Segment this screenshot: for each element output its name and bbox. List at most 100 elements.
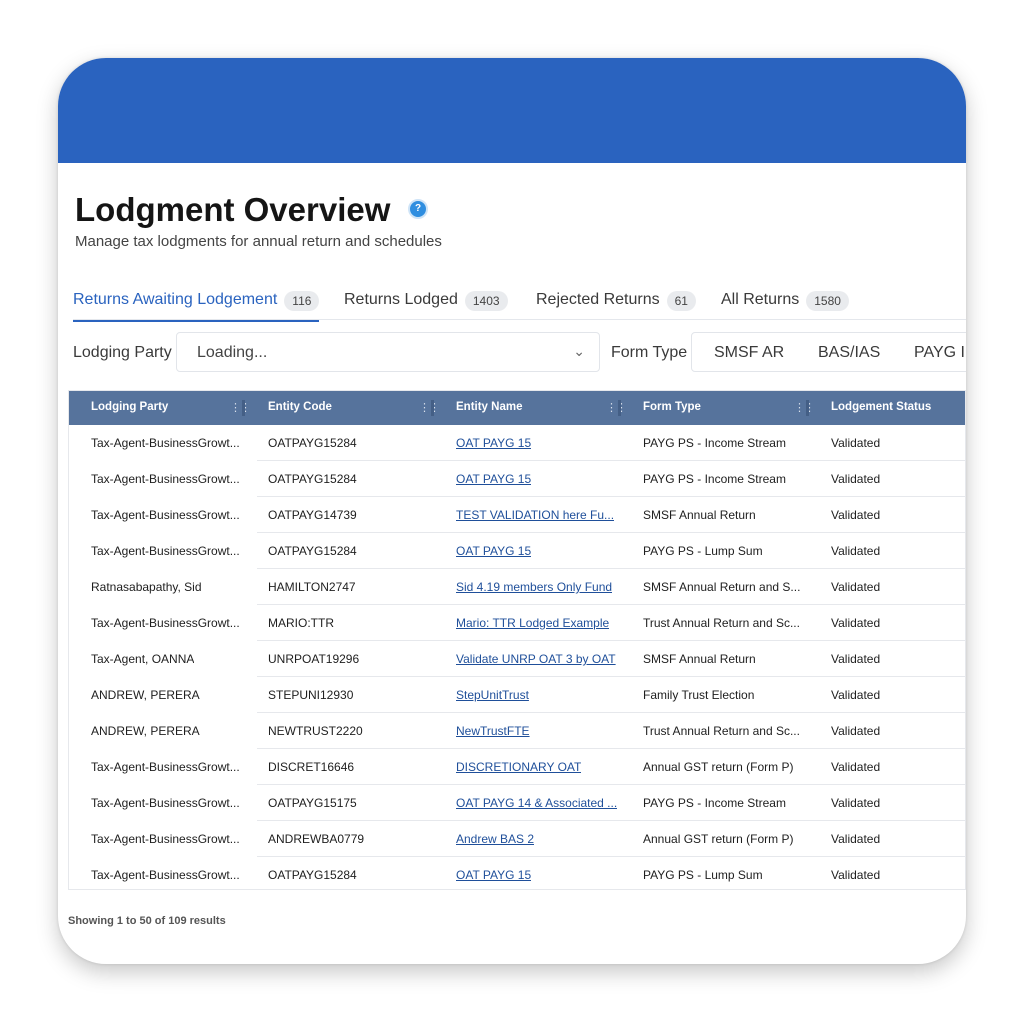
- tab-label: Returns Lodged: [344, 291, 458, 308]
- column-grip-icon[interactable]: ⋮⋮: [419, 401, 440, 414]
- cell-entity-code: OATPAYG15175: [268, 796, 357, 810]
- cell-lodgement-status: Validated: [831, 652, 881, 666]
- table-row[interactable]: ANDREW, PERERA STEPUNI12930 StepUnitTrust F…: [69, 677, 965, 713]
- cell-lodgement-status: Validated: [831, 436, 881, 450]
- cell-entity-code: ANDREWBA0779: [268, 832, 365, 846]
- cell-entity-code: OATPAYG14739: [268, 508, 357, 522]
- entity-name-link[interactable]: OAT PAYG 14 & Associated ...: [456, 796, 617, 810]
- app-window: Lodgment Overview ? Manage tax lodgments…: [58, 58, 966, 964]
- column-grip-icon[interactable]: ⋮⋮: [794, 401, 815, 414]
- table-row[interactable]: Tax-Agent-BusinessGrowt... OATPAYG15284 OA…: [69, 857, 965, 889]
- column-separator[interactable]: [806, 400, 809, 416]
- table-row[interactable]: Tax-Agent-BusinessGrowt... DISCRET16646 DI…: [69, 749, 965, 785]
- entity-name-link[interactable]: TEST VALIDATION here Fu...: [456, 508, 614, 522]
- cell-form-type: SMSF Annual Return: [643, 652, 756, 666]
- page-subtitle: Manage tax lodgments for annual return a…: [75, 233, 442, 250]
- table-row[interactable]: ANDREW, PERERA NEWTRUST2220 NewTrustFTE Tru…: [69, 713, 965, 749]
- tab-count-badge: 1403: [464, 291, 508, 311]
- cell-lodgement-status: Validated: [831, 688, 881, 702]
- cell-form-type: PAYG PS - Lump Sum: [643, 544, 763, 558]
- entity-name-link[interactable]: Mario: TTR Lodged Example: [456, 616, 609, 630]
- table-row[interactable]: Tax-Agent-BusinessGrowt... OATPAYG15284 OA…: [69, 425, 965, 461]
- table-header: Lodging Party ⋮⋮ Entity Code ⋮⋮ Entity N…: [69, 391, 965, 425]
- column-header-entity-code[interactable]: Entity Code: [268, 401, 332, 413]
- cell-lodgement-status: Validated: [831, 472, 881, 486]
- cell-lodgement-status: Validated: [831, 724, 881, 738]
- form-type-option[interactable]: SMSF AR: [714, 344, 784, 362]
- table-row[interactable]: Tax-Agent, OANNA UNRPOAT19296 Validate UNR…: [69, 641, 965, 677]
- cell-entity-code: UNRPOAT19296: [268, 652, 360, 666]
- cell-lodgement-status: Validated: [831, 832, 881, 846]
- entity-name-link[interactable]: OAT PAYG 15: [456, 472, 531, 486]
- cell-lodging-party: Ratnasabapathy, Sid: [91, 580, 202, 594]
- table-row[interactable]: Tax-Agent-BusinessGrowt... OATPAYG14739 TE…: [69, 497, 965, 533]
- tab-count-badge: 61: [666, 291, 696, 311]
- cell-form-type: PAYG PS - Income Stream: [643, 796, 786, 810]
- cell-form-type: Trust Annual Return and Sc...: [643, 724, 800, 738]
- tab-label: Returns Awaiting Lodgement: [73, 291, 278, 308]
- tab-rejected-returns[interactable]: Rejected Returns 61: [536, 291, 696, 319]
- help-icon[interactable]: ?: [408, 199, 428, 219]
- column-separator[interactable]: [618, 400, 621, 416]
- cell-entity-code: STEPUNI12930: [268, 688, 354, 702]
- table-row[interactable]: Tax-Agent-BusinessGrowt... OATPAYG15284 OA…: [69, 461, 965, 497]
- tab-returns-lodged[interactable]: Returns Lodged 1403: [344, 291, 508, 319]
- cell-form-type: Annual GST return (Form P): [643, 832, 794, 846]
- column-separator[interactable]: [431, 400, 434, 416]
- page-title: Lodgment Overview: [75, 191, 391, 228]
- column-grip-icon[interactable]: ⋮⋮: [230, 401, 251, 414]
- table-row[interactable]: Tax-Agent-BusinessGrowt... MARIO:TTR Mario…: [69, 605, 965, 641]
- form-type-segmented-control: SMSF AR BAS/IAS PAYG I: [691, 332, 966, 372]
- cell-entity-code: OATPAYG15284: [268, 868, 357, 882]
- cell-lodgement-status: Validated: [831, 616, 881, 630]
- cell-lodging-party: Tax-Agent-BusinessGrowt...: [91, 508, 240, 522]
- cell-entity-code: DISCRET16646: [268, 760, 355, 774]
- table-row[interactable]: Ratnasabapathy, Sid HAMILTON2747 Sid 4.19 …: [69, 569, 965, 605]
- entity-name-link[interactable]: Sid 4.19 members Only Fund: [456, 580, 612, 594]
- tab-label: Rejected Returns: [536, 291, 660, 308]
- lodging-party-label: Lodging Party: [73, 344, 172, 361]
- entity-name-link[interactable]: Validate UNRP OAT 3 by OAT: [456, 652, 616, 666]
- tab-returns-awaiting-lodgement[interactable]: Returns Awaiting Lodgement 116: [73, 291, 320, 322]
- cell-entity-code: HAMILTON2747: [268, 580, 356, 594]
- entity-name-link[interactable]: OAT PAYG 15: [456, 436, 531, 450]
- cell-lodging-party: ANDREW, PERERA: [91, 688, 200, 702]
- column-header-entity-name[interactable]: Entity Name: [456, 401, 522, 413]
- cell-lodging-party: Tax-Agent, OANNA: [91, 652, 195, 666]
- lodging-party-select[interactable]: Loading... ⌄: [176, 332, 600, 372]
- entity-name-link[interactable]: DISCRETIONARY OAT: [456, 760, 581, 774]
- entity-name-link[interactable]: Andrew BAS 2: [456, 832, 534, 846]
- cell-lodging-party: Tax-Agent-BusinessGrowt...: [91, 472, 240, 486]
- column-header-form-type[interactable]: Form Type: [643, 401, 701, 413]
- table-row[interactable]: Tax-Agent-BusinessGrowt... ANDREWBA0779 An…: [69, 821, 965, 857]
- cell-lodging-party: Tax-Agent-BusinessGrowt...: [91, 544, 240, 558]
- cell-lodgement-status: Validated: [831, 760, 881, 774]
- column-separator[interactable]: [242, 400, 245, 416]
- column-grip-icon[interactable]: ⋮⋮: [606, 401, 627, 414]
- table-row[interactable]: Tax-Agent-BusinessGrowt... OATPAYG15175 OA…: [69, 785, 965, 821]
- cell-lodging-party: Tax-Agent-BusinessGrowt...: [91, 436, 240, 450]
- column-header-lodgement-status[interactable]: Lodgement Status: [831, 401, 931, 413]
- cell-entity-code: NEWTRUST2220: [268, 724, 363, 738]
- cell-lodging-party: Tax-Agent-BusinessGrowt...: [91, 796, 240, 810]
- lodgment-table: Lodging Party ⋮⋮ Entity Code ⋮⋮ Entity N…: [68, 390, 966, 890]
- entity-name-link[interactable]: StepUnitTrust: [456, 688, 529, 702]
- lodging-party-value: Loading...: [197, 344, 268, 361]
- results-summary: Showing 1 to 50 of 109 results: [68, 915, 226, 927]
- tab-all-returns[interactable]: All Returns 1580: [721, 291, 849, 319]
- form-type-option[interactable]: PAYG I: [914, 344, 965, 362]
- cell-lodging-party: Tax-Agent-BusinessGrowt...: [91, 760, 240, 774]
- cell-lodging-party: Tax-Agent-BusinessGrowt...: [91, 832, 240, 846]
- column-header-lodging-party[interactable]: Lodging Party: [91, 401, 168, 413]
- cell-form-type: Annual GST return (Form P): [643, 760, 794, 774]
- tab-count-badge: 1580: [806, 291, 849, 311]
- form-type-option[interactable]: BAS/IAS: [818, 344, 880, 362]
- form-type-label: Form Type: [611, 344, 688, 361]
- chevron-down-icon: ⌄: [573, 343, 585, 359]
- table-row[interactable]: Tax-Agent-BusinessGrowt... OATPAYG15284 OA…: [69, 533, 965, 569]
- cell-entity-code: OATPAYG15284: [268, 436, 357, 450]
- cell-form-type: PAYG PS - Income Stream: [643, 472, 786, 486]
- entity-name-link[interactable]: NewTrustFTE: [456, 724, 530, 738]
- entity-name-link[interactable]: OAT PAYG 15: [456, 544, 531, 558]
- entity-name-link[interactable]: OAT PAYG 15: [456, 868, 531, 882]
